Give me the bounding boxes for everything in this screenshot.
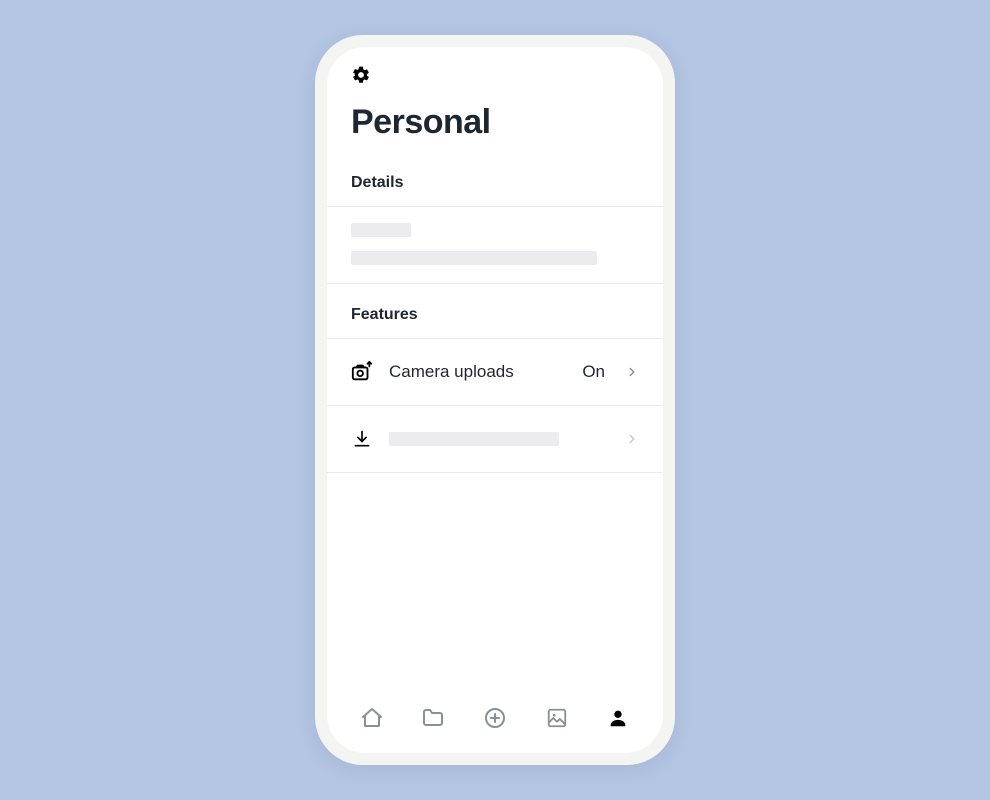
section-heading-features: Features: [327, 284, 663, 338]
bottom-tabbar: [327, 689, 663, 753]
placeholder-line: [351, 251, 597, 265]
chevron-right-icon: [625, 432, 639, 446]
placeholder-line: [351, 223, 411, 237]
settings-gear-icon[interactable]: [351, 65, 371, 85]
feature-row-placeholder[interactable]: [327, 406, 663, 472]
device-frame: Personal Details Features Camera uploads…: [315, 35, 675, 765]
spacer: [327, 473, 663, 689]
placeholder-line: [389, 432, 559, 446]
tab-photos[interactable]: [544, 705, 570, 731]
feature-label: Camera uploads: [389, 362, 566, 382]
tab-files[interactable]: [420, 705, 446, 731]
topbar: [327, 47, 663, 85]
feature-row-camera-uploads[interactable]: Camera uploads On: [327, 339, 663, 405]
download-icon: [351, 429, 373, 449]
camera-upload-icon: [351, 361, 373, 383]
tab-home[interactable]: [359, 705, 385, 731]
feature-value: On: [582, 362, 605, 382]
section-heading-details: Details: [327, 152, 663, 206]
screen: Personal Details Features Camera uploads…: [327, 47, 663, 753]
tab-account[interactable]: [605, 705, 631, 731]
tab-add[interactable]: [482, 705, 508, 731]
feature-label-placeholder: [389, 432, 609, 446]
details-placeholder-block: [327, 207, 663, 283]
page-title: Personal: [327, 85, 663, 152]
chevron-right-icon: [625, 365, 639, 379]
